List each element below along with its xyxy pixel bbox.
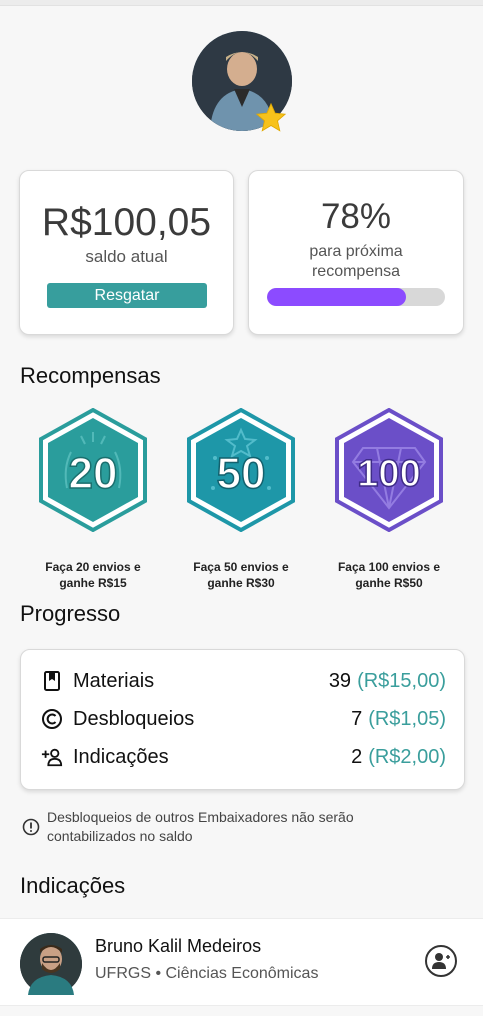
reward-caption-line2: ganhe R$15 — [59, 576, 127, 590]
bookmark-icon — [41, 670, 63, 692]
reward-caption-line1: Faça 100 envios e — [337, 560, 441, 574]
next-reward-label-line1: para próxima — [309, 243, 403, 260]
star-badge-icon: 50 — [187, 408, 295, 532]
top-divider — [0, 0, 483, 6]
add-person-icon — [41, 746, 63, 768]
balance-value: R$100,05 — [41, 201, 212, 244]
add-contact-button[interactable] — [425, 945, 457, 977]
reward-caption: Faça 100 envios e ganhe R$50 — [331, 559, 447, 591]
reward-caption-line1: Faça 50 envios e — [193, 560, 289, 574]
referral-list-item[interactable]: Bruno Kalil Medeiros UFRGS • Ciências Ec… — [0, 918, 483, 1006]
progress-row-money: (R$1,05) — [368, 707, 446, 730]
redeem-button[interactable]: Resgatar — [47, 283, 207, 308]
next-reward-progress-bar — [267, 288, 445, 306]
copyright-icon — [41, 708, 63, 730]
progress-note-line2: contabilizados no saldo — [47, 828, 193, 844]
progress-title: Progresso — [20, 601, 121, 626]
progress-row-desbloqueios: Desbloqueios 7 (R$1,05) — [41, 704, 446, 734]
progress-row-materiais: Materiais 39 (R$15,00) — [41, 666, 446, 696]
reward-badge-number: 50 — [217, 449, 266, 498]
progress-row-label: Desbloqueios — [73, 707, 195, 730]
reward-badge-number: 20 — [69, 449, 118, 498]
avatar — [20, 933, 82, 995]
profile-avatar[interactable] — [192, 31, 292, 132]
progress-note: Desbloqueios de outros Embaixadores não … — [22, 808, 462, 846]
reward-caption-line1: Faça 20 envios e — [45, 560, 141, 574]
star-icon — [255, 102, 287, 132]
diamond-badge-icon: 100 — [335, 408, 443, 532]
reward-caption-line2: ganhe R$50 — [355, 576, 423, 590]
next-reward-label: para próxima recompensa — [249, 242, 463, 282]
progress-note-text: Desbloqueios de outros Embaixadores não … — [47, 808, 354, 846]
add-person-icon — [432, 953, 450, 969]
progress-row-count: 7 — [351, 707, 363, 730]
reward-badge-100[interactable]: 100 Faça 100 envios e ganhe R$50 — [331, 408, 447, 591]
reward-caption-line2: ganhe R$30 — [207, 576, 275, 590]
progress-row-label: Materiais — [73, 669, 155, 692]
rewards-title: Recompensas — [20, 363, 161, 388]
reward-caption: Faça 50 envios e ganhe R$30 — [183, 559, 299, 591]
reward-badge-20[interactable]: 20 Faça 20 envios e ganhe R$15 — [35, 408, 151, 591]
progress-note-line1: Desbloqueios de outros Embaixadores não … — [47, 809, 354, 825]
reward-caption: Faça 20 envios e ganhe R$15 — [35, 559, 151, 591]
progress-row-count: 39 — [328, 669, 352, 692]
info-icon — [22, 818, 40, 836]
progress-row-money: (R$15,00) — [357, 669, 446, 692]
reward-badge-number: 100 — [357, 453, 420, 495]
progress-card: Materiais 39 (R$15,00) Desbloqueios 7 (R… — [20, 649, 465, 790]
next-reward-progress-fill — [267, 288, 406, 306]
progress-row-count: 2 — [351, 745, 363, 768]
referral-subtitle: UFRGS • Ciências Econômicas — [95, 965, 319, 982]
next-reward-label-line2: recompensa — [311, 263, 401, 280]
leaf-badge-icon: 20 — [39, 408, 147, 532]
progress-row-label: Indicações — [73, 745, 169, 768]
progress-row-money: (R$2,00) — [368, 745, 446, 768]
next-reward-percent: 78% — [320, 197, 392, 236]
referral-name: Bruno Kalil Medeiros — [95, 936, 262, 956]
reward-badge-50[interactable]: 50 Faça 50 envios e ganhe R$30 — [183, 408, 299, 591]
balance-card: R$100,05 saldo atual Resgatar — [19, 170, 234, 335]
next-reward-card: 78% para próxima recompensa — [248, 170, 464, 335]
referrals-title: Indicações — [20, 873, 126, 898]
balance-label: saldo atual — [85, 247, 168, 266]
progress-row-indicacoes: Indicações 2 (R$2,00) — [41, 742, 446, 772]
